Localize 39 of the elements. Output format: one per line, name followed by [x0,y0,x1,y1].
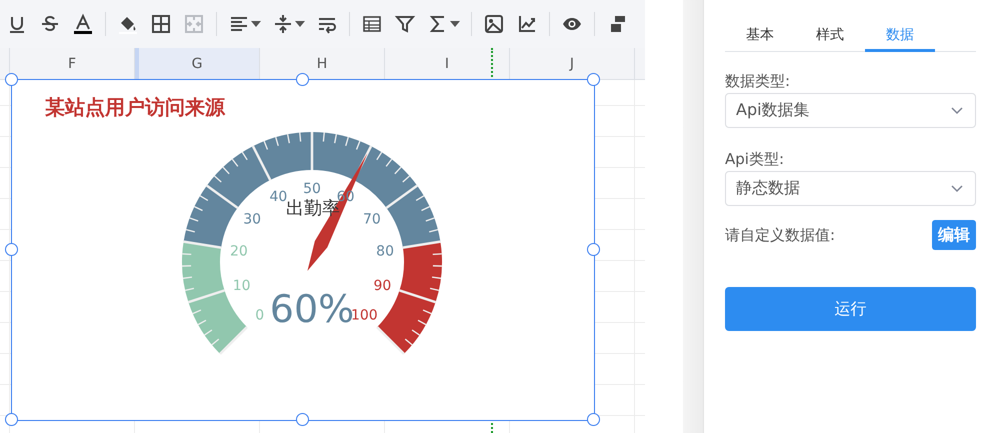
scale-label: 90 [373,278,392,294]
select-field[interactable]: 静态数据 [725,171,976,206]
caret-icon[interactable] [251,21,261,27]
borders-icon[interactable] [150,13,172,35]
scale-label: 80 [376,243,394,260]
run-button[interactable]: 运行 [725,287,976,331]
table-icon[interactable] [361,13,383,35]
scale-label: 30 [243,212,262,228]
column-header[interactable]: G [135,48,260,79]
scale-label: 70 [362,212,381,228]
caret-icon[interactable] [450,21,460,27]
font-color-icon[interactable] [72,13,94,35]
chevron-down-icon [951,184,963,192]
edit-button[interactable]: 编辑 [932,220,976,250]
line-chart-icon[interactable] [516,13,538,35]
resize-handle[interactable] [5,243,18,256]
vertical-align-icon[interactable] [272,13,294,35]
tab[interactable]: 基本 [725,20,795,52]
chevron-down-icon [951,106,963,114]
field-label: 请自定义数据值: [725,226,836,244]
tab[interactable]: 数据 [865,20,935,52]
caret-icon[interactable] [295,21,305,27]
field-label: Api类型: [725,150,786,169]
scale-label: 40 [270,189,288,206]
scale-label: 10 [232,278,251,294]
select-field[interactable]: Api数据集 [725,93,976,128]
scale-label: 50 [303,181,321,197]
resize-handle[interactable] [587,243,600,256]
scale-label: 20 [230,243,248,260]
image-icon[interactable] [483,13,505,35]
chart-title: 某站点用户访问来源 [45,94,225,121]
scale-label: 0 [255,307,264,324]
scale-label: 100 [350,307,378,324]
tab[interactable]: 样式 [795,20,865,52]
filter-icon[interactable] [394,13,416,35]
resize-handle[interactable] [296,413,309,426]
resize-handle[interactable] [587,413,600,426]
resize-handle[interactable] [5,413,18,426]
field-label: 数据类型: [725,72,792,91]
